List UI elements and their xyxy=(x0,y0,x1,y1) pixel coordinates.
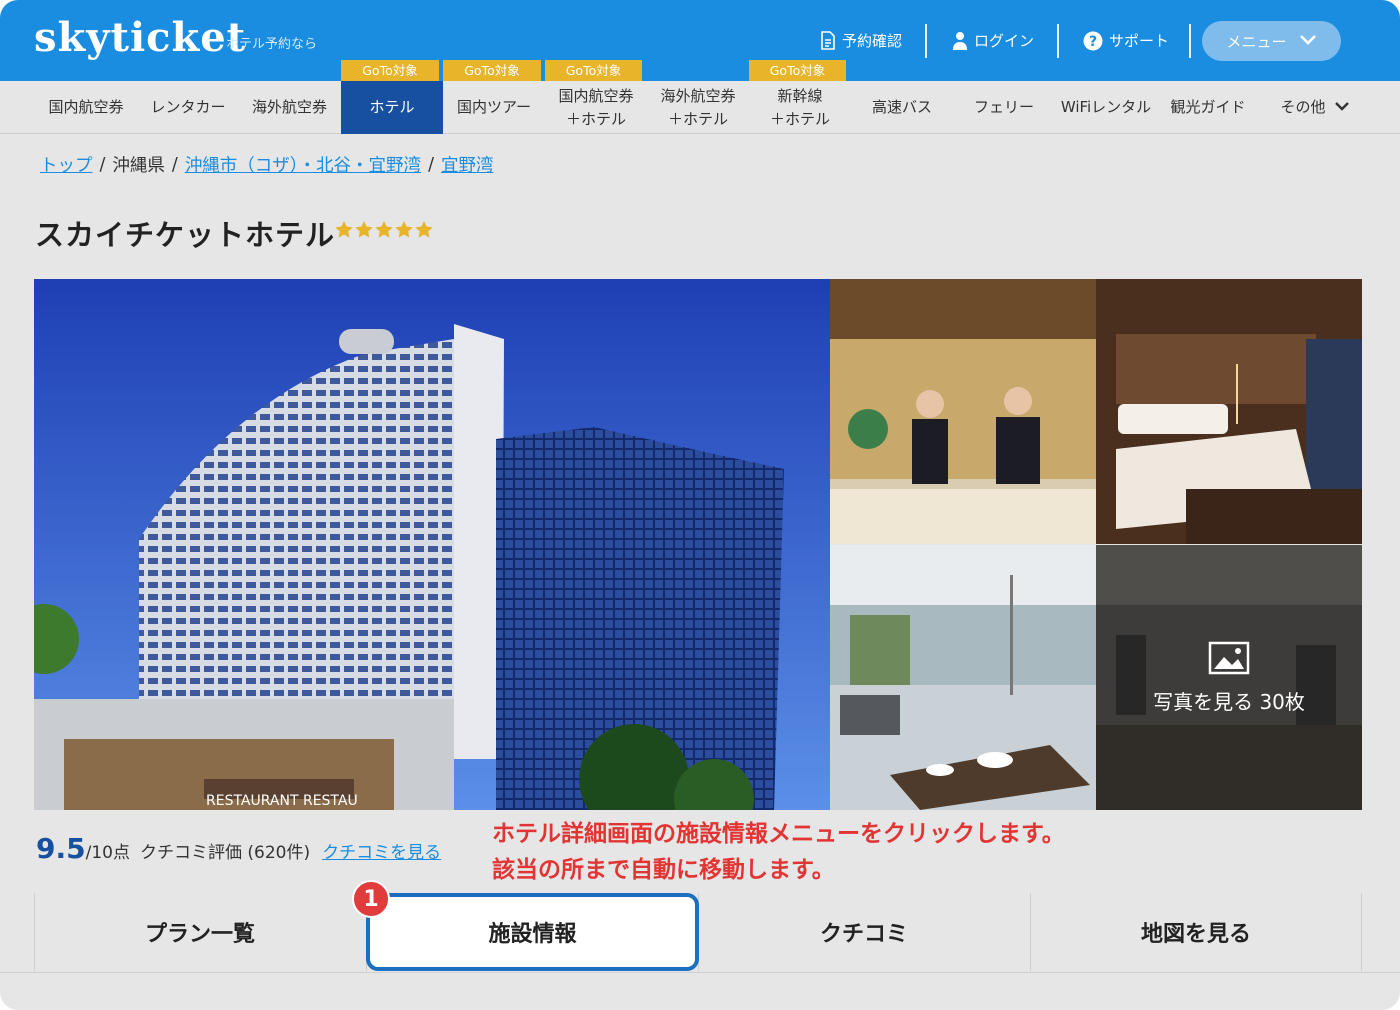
nav-label-sub: ＋ホテル xyxy=(667,109,728,128)
support-label: サポート xyxy=(1109,32,1170,50)
nav-item-more[interactable]: その他 xyxy=(1265,81,1365,134)
nav-item-domestic-flights[interactable]: 国内航空券 xyxy=(34,81,138,134)
nav-item-domestic-tour[interactable]: 国内ツアー xyxy=(443,81,545,134)
tutorial-annotation: ホテル詳細画面の施設情報メニューをクリックします。 該当の所まで自動に移動します… xyxy=(492,816,1065,888)
tab-reviews[interactable]: クチコミ xyxy=(698,893,1030,971)
review-score: 9.5 xyxy=(36,832,86,865)
menu-label: メニュー xyxy=(1226,32,1287,51)
nav-label: その他 xyxy=(1280,98,1326,116)
nav-item-flight-hotel[interactable]: 国内航空券 ＋ホテル xyxy=(545,81,647,134)
breadcrumb-city-link[interactable]: 宜野湾 xyxy=(441,152,494,177)
goto-badge: GoTo対象 xyxy=(443,60,541,81)
nav-label: 国内航空券 xyxy=(48,98,124,116)
review-count: クチコミ評価 (620件) xyxy=(139,843,311,863)
nav-label: ホテル xyxy=(369,98,415,116)
goto-badge: GoTo対象 xyxy=(341,60,439,81)
reservation-check-link[interactable]: 予約確認 xyxy=(820,30,902,51)
divider xyxy=(0,972,1400,973)
tab-facility-info[interactable]: 施設情報 xyxy=(366,893,699,971)
login-link[interactable]: ログイン xyxy=(952,30,1034,51)
nav-item-ferry[interactable]: フェリー xyxy=(953,81,1055,134)
thumbnail-restaurant[interactable] xyxy=(830,545,1096,810)
nav-item-highway-bus[interactable]: 高速バス xyxy=(851,81,953,134)
nav-label: 観光ガイド xyxy=(1170,98,1246,116)
svg-text:RESTAURANT RESTAU: RESTAURANT RESTAU xyxy=(206,793,358,809)
nav-label-sub: ＋ホテル xyxy=(565,109,626,128)
nav-label-sub: ＋ホテル xyxy=(769,109,830,128)
help-icon: ? xyxy=(1083,31,1103,51)
main-hotel-photo[interactable]: RESTAURANT RESTAU xyxy=(34,279,830,810)
star-icon xyxy=(375,221,393,238)
site-logo[interactable]: skyticket xyxy=(34,14,246,61)
hotel-detail-tabs: プラン一覧 クチコミ 地図を見る 施設情報 xyxy=(34,893,1362,971)
breadcrumb: トップ / 沖縄県 / 沖縄市（コザ）・北谷・宜野湾 / 宜野湾 xyxy=(40,152,493,177)
login-label: ログイン xyxy=(974,32,1035,50)
nav-label: 高速バス xyxy=(871,98,932,116)
nav-label: 新幹線 xyxy=(777,86,823,105)
page-frame: skyticket ホテル予約なら 予約確認 ログイン ? サポート メニュー xyxy=(0,0,1400,1010)
view-photos-label: 写真を見る 30枚 xyxy=(1153,689,1305,714)
breadcrumb-top-link[interactable]: トップ xyxy=(40,152,93,177)
goto-badge: GoTo対象 xyxy=(749,60,846,81)
tab-label: 施設情報 xyxy=(488,922,577,947)
tab-label: クチコミ xyxy=(819,922,908,947)
step-number-badge: 1 xyxy=(352,880,390,918)
hotel-name: スカイチケットホテル xyxy=(35,218,336,252)
nav-item-intl-flight-hotel[interactable]: 海外航空券 ＋ホテル xyxy=(647,81,749,134)
tab-label: 地図を見る xyxy=(1140,922,1251,947)
breadcrumb-prefecture: 沖縄県 xyxy=(112,156,165,176)
nav-item-travel-guide[interactable]: 観光ガイド xyxy=(1157,81,1259,134)
site-header: skyticket ホテル予約なら 予約確認 ログイン ? サポート メニュー xyxy=(0,0,1400,81)
goto-badge: GoTo対象 xyxy=(545,60,642,81)
nav-item-international-flights[interactable]: 海外航空券 xyxy=(238,81,341,134)
thumbnail-reception[interactable] xyxy=(830,279,1096,544)
nav-label: 国内ツアー xyxy=(456,98,532,116)
nav-label: レンタカー xyxy=(150,98,226,116)
document-icon xyxy=(820,31,836,50)
view-reviews-link[interactable]: クチコミを見る xyxy=(322,838,441,863)
breadcrumb-separator: / xyxy=(99,154,106,175)
star-rating xyxy=(334,220,434,240)
annotation-line-2: 該当の所まで自動に移動します。 xyxy=(492,857,835,883)
site-tagline: ホテル予約なら xyxy=(226,37,318,52)
tab-map[interactable]: 地図を見る xyxy=(1030,893,1362,971)
main-nav: 国内航空券 レンタカー 海外航空券 ホテル 国内ツアー 国内航空券 ＋ホテル 海外… xyxy=(0,81,1400,134)
nav-label: フェリー xyxy=(973,98,1034,116)
star-icon xyxy=(395,221,413,238)
breadcrumb-separator: / xyxy=(428,154,434,175)
nav-label: 海外航空券 xyxy=(660,86,736,105)
image-icon xyxy=(1208,641,1250,680)
chevron-down-icon xyxy=(1299,32,1317,50)
nav-item-shinkansen-hotel[interactable]: 新幹線 ＋ホテル xyxy=(749,81,851,134)
thumbnail-guest-room[interactable] xyxy=(1096,279,1362,544)
nav-item-hotel[interactable]: ホテル xyxy=(341,81,443,134)
header-divider xyxy=(1189,24,1191,58)
review-score-max: /10点 xyxy=(85,843,130,863)
user-icon xyxy=(952,31,968,50)
view-photos-button[interactable]: 写真を見る 30枚 xyxy=(1096,545,1362,810)
star-icon xyxy=(415,221,433,238)
support-link[interactable]: ? サポート xyxy=(1083,30,1169,51)
breadcrumb-area-link[interactable]: 沖縄市（コザ）・北谷・宜野湾 xyxy=(185,152,421,177)
header-divider xyxy=(1057,24,1059,58)
tab-plan-list[interactable]: プラン一覧 xyxy=(34,893,366,971)
breadcrumb-separator: / xyxy=(171,154,178,175)
menu-button[interactable]: メニュー xyxy=(1202,21,1341,61)
tab-divider xyxy=(1361,893,1362,971)
star-icon xyxy=(335,221,353,238)
tab-label: プラン一覧 xyxy=(144,922,255,947)
star-icon xyxy=(355,221,373,238)
nav-label: WiFiレンタル xyxy=(1060,98,1152,116)
nav-item-rental-car[interactable]: レンタカー xyxy=(138,81,238,134)
reservation-check-label: 予約確認 xyxy=(842,32,903,50)
review-summary: 9.5 /10点 クチコミ評価 (620件) クチコミを見る xyxy=(36,832,441,865)
nav-label: 国内航空券 xyxy=(558,86,634,105)
nav-item-wifi-rental[interactable]: WiFiレンタル xyxy=(1055,81,1157,134)
header-divider xyxy=(925,24,927,58)
chevron-down-icon xyxy=(1334,96,1350,119)
svg-text:?: ? xyxy=(1089,34,1097,50)
nav-label: 海外航空券 xyxy=(251,98,327,116)
annotation-line-1: ホテル詳細画面の施設情報メニューをクリックします。 xyxy=(492,821,1065,847)
